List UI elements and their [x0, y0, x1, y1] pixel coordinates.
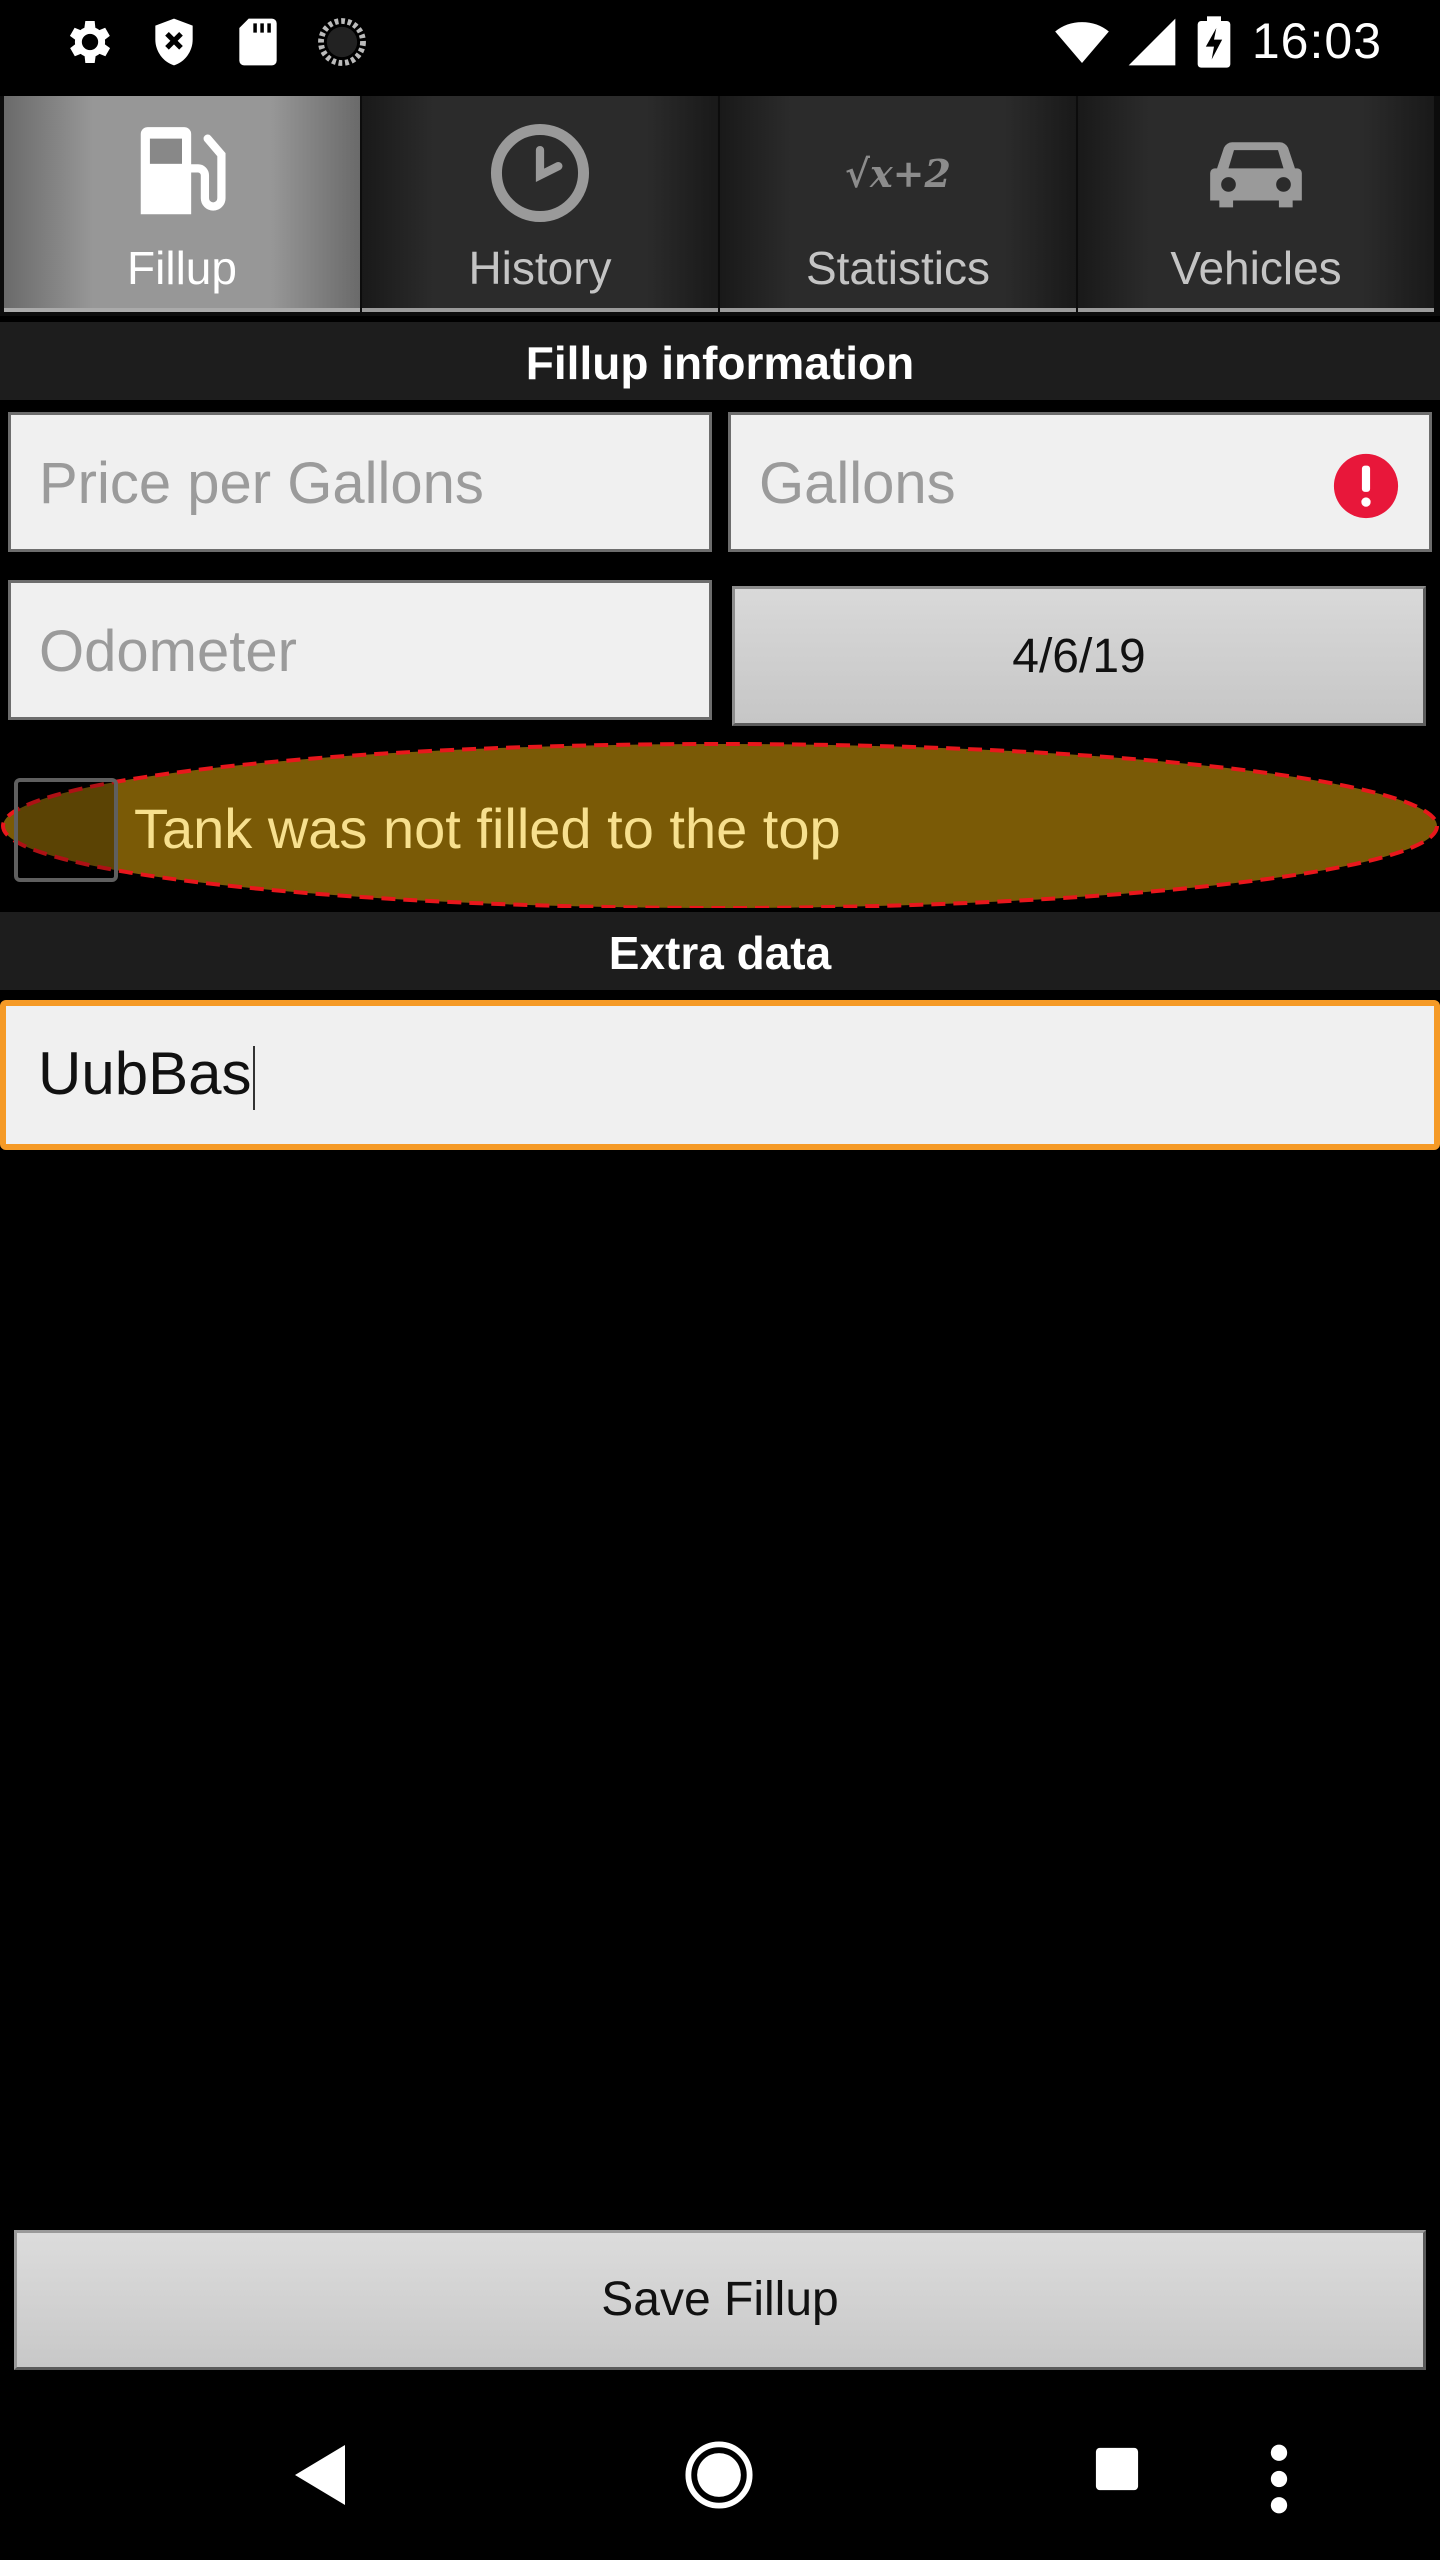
home-icon[interactable] — [684, 2440, 754, 2510]
save-fillup-button[interactable]: Save Fillup — [14, 2230, 1426, 2370]
date-picker-button[interactable]: 4/6/19 — [732, 586, 1426, 726]
fuel-pump-icon — [140, 127, 226, 215]
car-icon — [1210, 142, 1302, 208]
tab-history[interactable]: History — [362, 96, 718, 312]
gallons-placeholder: Gallons — [759, 451, 956, 516]
partial-fill-checkbox[interactable] — [14, 778, 118, 882]
odometer-input[interactable]: Odometer — [8, 580, 712, 720]
tab-label-vehicles: Vehicles — [1170, 242, 1342, 294]
tab-bar: Fillup History √x+2 Statistics Vehicles — [0, 96, 1440, 316]
overflow-menu-icon[interactable] — [1266, 2444, 1292, 2514]
clock-icon — [490, 123, 590, 223]
tab-label-fillup: Fillup — [127, 242, 237, 294]
extra-data-value: UubBas — [38, 1006, 256, 1142]
extra-data-input[interactable]: UubBas — [0, 1000, 1440, 1150]
error-icon — [1333, 453, 1399, 519]
gallons-input[interactable]: Gallons — [728, 412, 1432, 552]
tab-statistics[interactable]: √x+2 Statistics — [720, 96, 1076, 312]
sync-spinner-icon — [318, 18, 366, 66]
cellular-signal-icon — [1128, 18, 1176, 66]
sd-card-icon — [239, 18, 277, 66]
recents-icon[interactable] — [1094, 2446, 1140, 2492]
tab-vehicles[interactable]: Vehicles — [1078, 96, 1434, 312]
extra-data-text: UubBas — [38, 1040, 252, 1107]
back-icon[interactable] — [290, 2440, 350, 2510]
shield-close-icon — [155, 18, 193, 66]
partial-fill-label: Tank was not filled to the top — [134, 797, 841, 860]
fillup-information-header: Fillup information — [0, 318, 1440, 400]
price-per-gallon-input[interactable]: Price per Gallons — [8, 412, 712, 552]
tab-label-history: History — [468, 242, 612, 294]
formula-icon: √x+2 — [845, 150, 951, 196]
status-time: 16:03 — [1251, 13, 1382, 69]
text-caret — [253, 1046, 256, 1111]
wifi-icon — [1055, 22, 1109, 63]
status-bar: 16:03 — [0, 0, 1440, 84]
tab-label-statistics: Statistics — [805, 242, 991, 294]
navigation-bar — [0, 2400, 1440, 2560]
extra-data-header: Extra data — [0, 908, 1440, 990]
tab-fillup[interactable]: Fillup — [4, 96, 360, 312]
price-placeholder: Price per Gallons — [39, 451, 484, 516]
battery-charging-icon — [1197, 16, 1231, 68]
odometer-placeholder: Odometer — [39, 619, 297, 684]
partial-fill-row[interactable]: Tank was not filled to the top — [0, 740, 1440, 912]
settings-gear-icon — [69, 21, 111, 63]
